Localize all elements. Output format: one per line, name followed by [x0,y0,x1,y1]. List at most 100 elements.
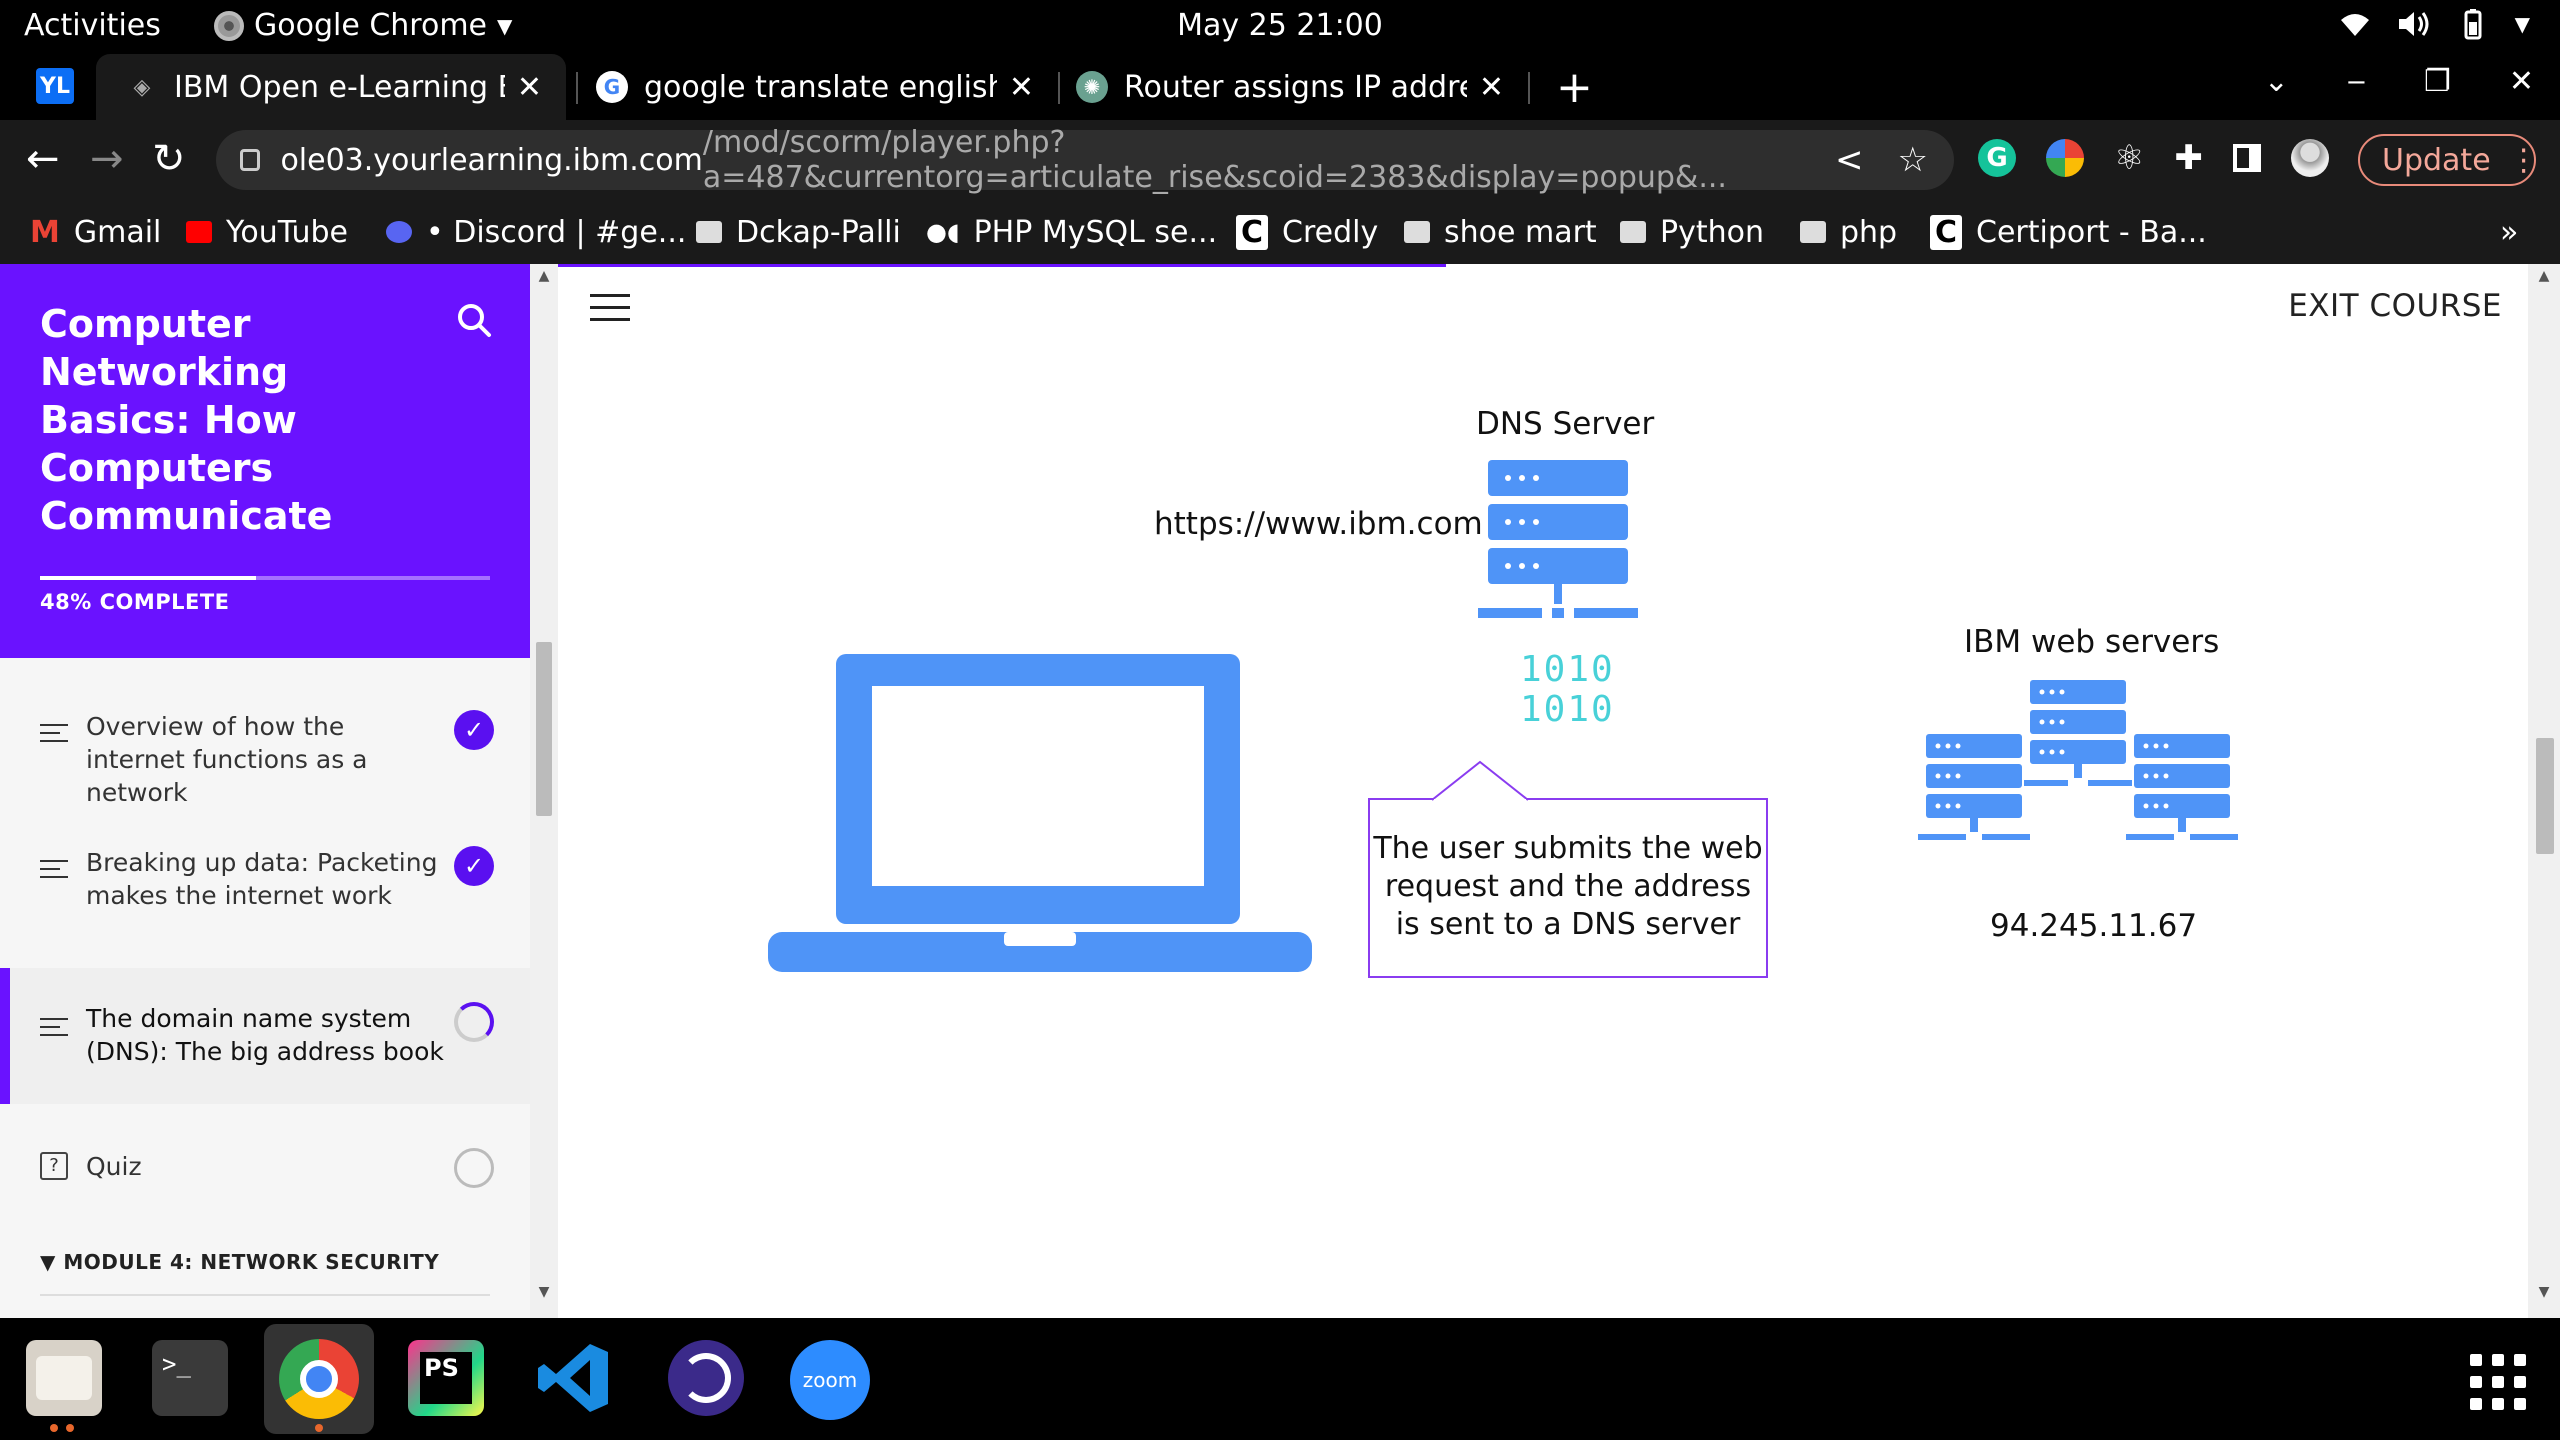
bookmark-dckap-palli[interactable]: Dckap-Palli [696,200,901,264]
exit-course-link[interactable]: EXIT COURSE [2288,288,2502,324]
page-scroll-thumb[interactable] [2536,738,2554,854]
color-picker-extension-icon[interactable] [2046,139,2084,177]
request-url: https://www.ibm.com [1154,506,1483,542]
reload-icon[interactable]: ↻ [152,136,186,182]
grammarly-extension-icon[interactable]: G [1978,139,2016,177]
lesson-item[interactable]: Overview of how the internet functions a… [0,694,530,830]
close-tab-icon[interactable]: ✕ [517,70,542,105]
scroll-down-arrow-icon[interactable]: ▼ [530,1284,558,1300]
bookmark-label: Python [1660,214,1764,250]
activities-button[interactable]: Activities [24,8,161,43]
bookmark-discord[interactable]: • Discord | #ge... [386,200,686,264]
obs-icon[interactable] [668,1340,744,1416]
module-heading[interactable]: ▼ MODULE 4: NETWORK SECURITY [40,1250,439,1274]
folder-icon [1800,221,1826,243]
close-window-icon[interactable]: ✕ [2509,64,2534,99]
new-tab-button[interactable]: + [1556,62,1593,113]
sidebar-scroll-thumb[interactable] [536,642,552,816]
bookmark-gmail[interactable]: M Gmail [30,200,161,264]
show-apps-grid-icon[interactable] [2470,1354,2526,1410]
bookmark-php-mysql[interactable]: ●◖ PHP MySQL se... [926,200,1217,264]
react-devtools-extension-icon[interactable]: ⚛ [2114,138,2144,178]
course-title: Computer Networking Basics: How Computer… [40,302,333,538]
youtube-icon [186,221,212,243]
bookmarks-overflow-button[interactable]: » [2500,200,2518,264]
running-indicator [50,1424,74,1432]
tab-strip: YL ◈ IBM Open e-Learning Ecos ✕ G google… [0,54,2560,120]
tab-router-assigns-ip[interactable]: ✺ Router assigns IP address ✕ [1070,54,1520,120]
vscode-icon[interactable] [536,1340,612,1416]
dns-server-icon [1478,460,1638,618]
lock-icon[interactable] [240,149,261,171]
bookmark-label: Dckap-Palli [736,214,901,250]
scroll-down-arrow-icon[interactable]: ▼ [2528,1284,2560,1300]
lesson-item-current[interactable]: The domain name system (DNS): The big ad… [0,968,530,1104]
laptop-icon [768,654,1312,972]
sidebar-scrollbar[interactable]: ▲ ▼ [530,264,558,1318]
lesson-content: EXIT COURSE DNS Server https://www.ibm.c… [558,264,2528,1318]
yourlearning-pinned-tab-icon[interactable]: YL [36,68,74,104]
update-chrome-button[interactable]: Update ⋮ [2358,134,2539,186]
page-scrollbar[interactable]: ▲ ▼ [2528,264,2560,1318]
system-tray[interactable]: ▼ [2339,8,2530,40]
extensions-puzzle-icon[interactable]: ✚ [2174,138,2203,178]
running-indicator [315,1424,323,1432]
folder-icon [696,221,722,243]
web-servers-icon [1918,680,2238,840]
course-progress-bar [40,576,490,580]
bookmark-label: YouTube [226,214,348,250]
close-tab-icon[interactable]: ✕ [1479,70,1504,105]
course-progress-fill [40,576,256,580]
tab-divider [576,72,578,104]
browser-toolbar: ← → ↻ ole03.yourlearning.ibm.com/mod/sco… [0,120,2560,200]
files-icon[interactable] [26,1340,102,1416]
zoom-icon[interactable]: zoom [790,1340,870,1420]
scroll-up-arrow-icon[interactable]: ▲ [530,268,558,284]
profile-avatar[interactable] [2290,139,2329,177]
tab-google-translate[interactable]: G google translate english t ✕ [590,54,1050,120]
lesson-item[interactable]: ? Quiz [0,1104,530,1240]
menu-hamburger-icon[interactable] [590,294,630,330]
phpstorm-label: PS [420,1352,472,1404]
tab-title: Router assigns IP address [1124,69,1467,105]
forward-arrow-icon[interactable]: → [90,136,124,182]
bookmark-credly[interactable]: C Credly [1236,200,1378,264]
share-icon[interactable]: < [1835,140,1864,180]
bookmark-youtube[interactable]: YouTube [186,200,348,264]
medium-icon: ●◖ [926,218,960,246]
scroll-up-arrow-icon[interactable]: ▲ [2528,268,2560,284]
minimize-window-icon[interactable]: ‒ [2347,64,2366,99]
ibm-favicon-icon: ◈ [133,74,151,100]
url-host: ole03.yourlearning.ibm.com [280,142,703,178]
chevron-down-icon: ▼ [497,13,513,38]
lesson-title: Overview of how the internet functions a… [86,712,368,807]
tab-search-chevron-icon[interactable]: ⌄ [2264,64,2289,99]
address-bar[interactable]: ole03.yourlearning.ibm.com/mod/scorm/pla… [216,125,1954,195]
side-panel-icon[interactable] [2232,144,2261,172]
restore-window-icon[interactable]: ❐ [2424,64,2451,99]
url-path: /mod/scorm/player.php?a=487&currentorg=a… [702,125,1727,195]
folder-icon [1404,221,1430,243]
bookmark-certiport[interactable]: C Certiport - Ba... [1930,200,2207,264]
close-tab-icon[interactable]: ✕ [1009,70,1034,105]
terminal-icon[interactable]: >_ [152,1340,228,1416]
discord-icon [386,221,412,243]
bookmark-python[interactable]: Python [1620,200,1764,264]
tab-ibm-open-elearning[interactable]: ◈ IBM Open e-Learning Ecos ✕ [96,54,566,120]
bookmark-star-icon[interactable]: ☆ [1898,140,1928,180]
bookmark-label: shoe mart [1444,214,1597,250]
bookmark-shoe-mart[interactable]: shoe mart [1404,200,1597,264]
lesson-title: Breaking up data: Packeting makes the in… [86,848,438,910]
phpstorm-icon[interactable]: PS [408,1340,484,1416]
window-controls: ⌄ ‒ ❐ ✕ [2264,64,2534,99]
clock[interactable]: May 25 21:00 [1177,8,1383,43]
back-arrow-icon[interactable]: ← [26,136,60,182]
quiz-icon: ? [40,1152,68,1180]
search-icon[interactable] [454,300,494,340]
gmail-icon: M [30,214,60,250]
chrome-icon[interactable] [264,1324,374,1434]
lesson-item[interactable]: Breaking up data: Packeting makes the in… [0,830,530,966]
app-menu[interactable]: Google Chrome ▼ [214,8,512,43]
bookmark-php[interactable]: php [1800,200,1897,264]
battery-icon [2464,9,2482,40]
